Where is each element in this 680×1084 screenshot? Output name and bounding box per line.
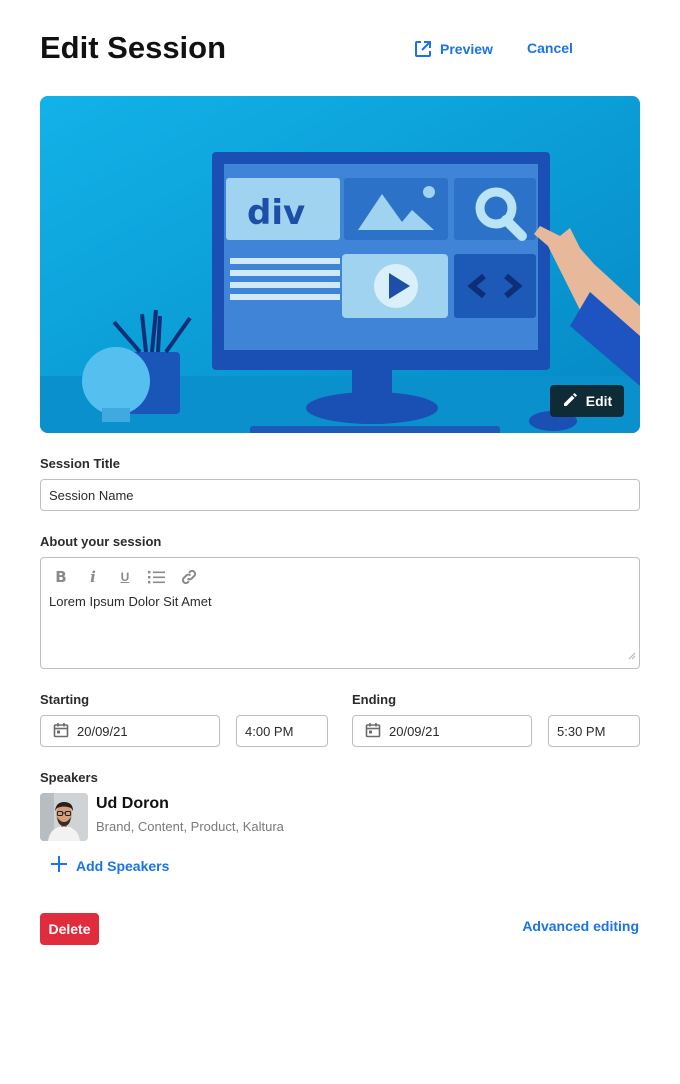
- edit-label: Edit: [585, 393, 613, 409]
- calendar-icon: [365, 722, 381, 741]
- start-time-field[interactable]: 4:00 PM: [236, 715, 328, 747]
- session-title-input[interactable]: [40, 479, 640, 511]
- advanced-editing-link[interactable]: Advanced editing: [522, 918, 639, 934]
- delete-button[interactable]: Delete: [40, 913, 99, 945]
- speaker-item: Ud Doron Brand, Content, Product, Kaltur…: [40, 793, 284, 841]
- start-date-value: 20/09/21: [77, 723, 128, 739]
- edit-cover-button[interactable]: Edit: [550, 385, 624, 417]
- preview-link[interactable]: Preview: [414, 40, 493, 58]
- italic-icon[interactable]: i: [84, 568, 102, 586]
- start-date-field[interactable]: 20/09/21: [40, 715, 220, 747]
- end-date-field[interactable]: 20/09/21: [352, 715, 532, 747]
- add-speakers-button[interactable]: Add Speakers: [51, 856, 169, 875]
- cancel-link[interactable]: Cancel: [527, 40, 573, 56]
- screen-div-text: div: [247, 193, 305, 233]
- session-title-label: Session Title: [40, 456, 120, 471]
- speaker-role: Brand, Content, Product, Kaltura: [96, 819, 284, 834]
- bold-icon[interactable]: B: [52, 568, 70, 586]
- end-time-value: 5:30 PM: [557, 723, 606, 739]
- about-session-text: Lorem Ipsum Dolor Sit Amet: [49, 594, 212, 609]
- speakers-label: Speakers: [40, 770, 98, 785]
- about-session-label: About your session: [40, 534, 162, 549]
- starting-label: Starting: [40, 692, 90, 707]
- calendar-icon: [53, 722, 69, 741]
- pencil-icon: [562, 392, 578, 411]
- cover-illustration: div: [40, 96, 640, 433]
- bulleted-list-icon[interactable]: [148, 568, 166, 586]
- editor-toolbar: B i U: [52, 568, 198, 586]
- plus-icon: [51, 856, 67, 875]
- page-title: Edit Session: [40, 30, 227, 65]
- speaker-name: Ud Doron: [96, 795, 169, 812]
- end-date-value: 20/09/21: [389, 723, 440, 739]
- avatar: [40, 793, 88, 841]
- start-time-value: 4:00 PM: [245, 723, 294, 739]
- add-speakers-label: Add Speakers: [76, 857, 170, 874]
- underline-icon[interactable]: U: [116, 568, 134, 586]
- resize-grip-icon[interactable]: [628, 647, 636, 665]
- ending-label: Ending: [352, 692, 397, 707]
- speaker-info: Ud Doron Brand, Content, Product, Kaltur…: [96, 793, 284, 841]
- external-link-icon: [414, 40, 432, 58]
- session-cover-image: div Edit: [40, 96, 640, 433]
- link-icon[interactable]: [180, 568, 198, 586]
- about-session-editor[interactable]: B i U Lorem Ipsum Dolor Sit Amet: [40, 557, 640, 669]
- end-time-field[interactable]: 5:30 PM: [548, 715, 640, 747]
- preview-label: Preview: [440, 41, 493, 57]
